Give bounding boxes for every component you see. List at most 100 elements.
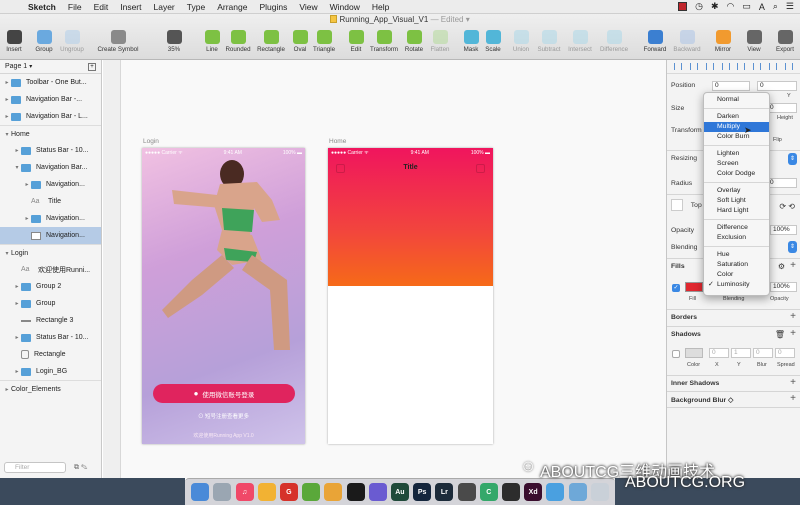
- fills-settings-icon[interactable]: ⚙: [778, 262, 785, 271]
- register-link[interactable]: ⊙ 短号注册查看更多: [142, 412, 305, 420]
- dock-app-icon[interactable]: [257, 483, 276, 501]
- disclosure-triangle-icon[interactable]: ▸: [3, 386, 11, 393]
- menu-file[interactable]: File: [62, 2, 88, 12]
- blend-option-lighten[interactable]: Lighten: [704, 149, 769, 159]
- add-shadow-icon[interactable]: +: [790, 328, 796, 339]
- dock-app-icon[interactable]: Au: [390, 483, 409, 501]
- size-height-field[interactable]: 0: [767, 103, 797, 113]
- dock-app-icon[interactable]: [568, 483, 587, 501]
- blend-option-darken[interactable]: Darken: [704, 112, 769, 122]
- align-left-icon[interactable]: [673, 63, 682, 70]
- menu-arrange[interactable]: Arrange: [211, 2, 253, 12]
- background-blur-label[interactable]: Background Blur ◇: [671, 397, 733, 404]
- toolbar-view-button[interactable]: View: [737, 30, 771, 53]
- menu-window[interactable]: Window: [324, 2, 366, 12]
- add-page-icon[interactable]: +: [88, 62, 96, 71]
- menu-sketch[interactable]: Sketch: [22, 2, 62, 12]
- disclosure-triangle-icon[interactable]: ▸: [13, 334, 21, 341]
- toolbar-flatten-button[interactable]: Flatten: [423, 30, 457, 53]
- opacity-field[interactable]: 100%: [770, 225, 797, 235]
- layer-item[interactable]: Rectangle 3: [0, 312, 101, 329]
- nav-right-icon[interactable]: [476, 164, 485, 173]
- menu-insert[interactable]: Insert: [114, 2, 147, 12]
- align-bottom-icon[interactable]: [753, 63, 762, 70]
- blend-option-luminosity[interactable]: ✓ Luminosity: [704, 280, 769, 290]
- dock-app-icon[interactable]: [501, 483, 520, 501]
- shadow-color-swatch[interactable]: [685, 348, 703, 358]
- shadow-field[interactable]: 0: [753, 348, 773, 358]
- wifi-icon[interactable]: ◠: [726, 1, 734, 12]
- disclosure-triangle-icon[interactable]: ▸: [23, 215, 31, 222]
- layer-item[interactable]: ▾ Login: [0, 244, 101, 261]
- artboard-login[interactable]: ●●●●● Carrier ᯤ 9:41 AM 100% ▬ ● 使用微信账号登…: [142, 148, 305, 444]
- dock-app-icon[interactable]: ♫: [235, 483, 254, 501]
- disclosure-triangle-icon[interactable]: ▸: [23, 181, 31, 188]
- layer-item[interactable]: ▸ Group: [0, 295, 101, 312]
- layer-item[interactable]: ▸ Toolbar - One But...: [0, 74, 101, 91]
- disclosure-triangle-icon[interactable]: ▸: [13, 283, 21, 290]
- artboard-label-home[interactable]: Home: [329, 138, 346, 145]
- toolbar-35-button[interactable]: 35%: [157, 30, 191, 53]
- blend-option-difference[interactable]: Difference: [704, 223, 769, 233]
- radius-field[interactable]: 0: [767, 178, 797, 188]
- toolbar-forward-button[interactable]: Forward: [638, 30, 672, 53]
- menu-view[interactable]: View: [293, 2, 323, 12]
- document-state[interactable]: — Edited ▾: [431, 15, 470, 24]
- toolbar-backward-button[interactable]: Backward: [670, 30, 704, 53]
- layer-item[interactable]: ▸ Navigation Bar - L...: [0, 108, 101, 125]
- toolbar-rounded-button[interactable]: Rounded: [221, 30, 255, 53]
- shadow-field[interactable]: 0: [709, 348, 729, 358]
- filter-options-icon[interactable]: ⧉ ✎: [74, 464, 87, 472]
- input-source-icon[interactable]: A: [759, 2, 765, 12]
- fill-color-swatch[interactable]: [685, 282, 703, 292]
- toolbar-subtract-button[interactable]: Subtract: [532, 30, 566, 53]
- position-x-field[interactable]: 0: [712, 81, 750, 91]
- blend-option-color-burn[interactable]: Color Burn: [704, 132, 769, 142]
- layer-item[interactable]: ▸ Navigation...: [0, 176, 101, 193]
- distribute-v-icon[interactable]: [785, 63, 794, 70]
- toolbar-difference-button[interactable]: Difference: [597, 30, 631, 53]
- menu-type[interactable]: Type: [181, 2, 211, 12]
- blend-option-exclusion[interactable]: Exclusion: [704, 233, 769, 243]
- align-center-icon[interactable]: [689, 63, 698, 70]
- text-style-icons[interactable]: ⟳ ⟲: [779, 202, 795, 211]
- dock-app-icon[interactable]: [590, 483, 609, 501]
- layer-item[interactable]: ▸ Group 2: [0, 278, 101, 295]
- wechat-login-button[interactable]: ● 使用微信账号登录: [153, 384, 295, 403]
- distribute-h-icon[interactable]: [769, 63, 778, 70]
- layer-item[interactable]: ▸ Color_Elements: [0, 380, 101, 397]
- bluetooth-icon[interactable]: ✱: [711, 1, 719, 12]
- menu-layer[interactable]: Layer: [148, 2, 181, 12]
- blend-option-saturation[interactable]: Saturation: [704, 260, 769, 270]
- filter-input[interactable]: Filter: [4, 462, 66, 473]
- artboard-home[interactable]: ●●●●● Carrier ᯤ 9:41 AM 100% ▬ Title: [328, 148, 493, 444]
- blend-option-normal[interactable]: Normal: [704, 95, 769, 105]
- flag-icon[interactable]: [678, 2, 688, 11]
- clock-icon[interactable]: ◷: [695, 1, 703, 12]
- dock-app-icon[interactable]: Ps: [413, 483, 432, 501]
- disclosure-triangle-icon[interactable]: ▸: [13, 368, 21, 375]
- dock-app-icon[interactable]: Xd: [524, 483, 543, 501]
- add-inner-shadow-icon[interactable]: +: [790, 377, 796, 388]
- toolbar-create-symbol-button[interactable]: Create Symbol: [98, 30, 138, 53]
- layer-item[interactable]: ▸ Status Bar - 10...: [0, 142, 101, 159]
- align-middle-icon[interactable]: [737, 63, 746, 70]
- dock-app-icon[interactable]: [546, 483, 565, 501]
- dock-app-icon[interactable]: C: [479, 483, 498, 501]
- blend-option-screen[interactable]: Screen: [704, 159, 769, 169]
- dock-app-icon[interactable]: [368, 483, 387, 501]
- page-name[interactable]: Page 1: [5, 63, 27, 70]
- toolbar-triangle-button[interactable]: Triangle: [307, 30, 341, 53]
- disclosure-triangle-icon[interactable]: ▸: [13, 147, 21, 154]
- blend-option-color-dodge[interactable]: Color Dodge: [704, 169, 769, 179]
- disclosure-triangle-icon[interactable]: ▾: [3, 250, 11, 257]
- toolbar-export-button[interactable]: Export: [768, 30, 800, 53]
- menu-plugins[interactable]: Plugins: [253, 2, 293, 12]
- disclosure-triangle-icon[interactable]: ▾: [3, 131, 11, 138]
- toolbar-mirror-button[interactable]: Mirror: [706, 30, 740, 53]
- layer-item[interactable]: Rectangle: [0, 346, 101, 363]
- position-y-field[interactable]: 0: [757, 81, 797, 91]
- layer-item[interactable]: ▸ Navigation...: [0, 210, 101, 227]
- shadows-trash-icon[interactable]: 🗑: [775, 330, 785, 339]
- dock-app-icon[interactable]: [457, 483, 476, 501]
